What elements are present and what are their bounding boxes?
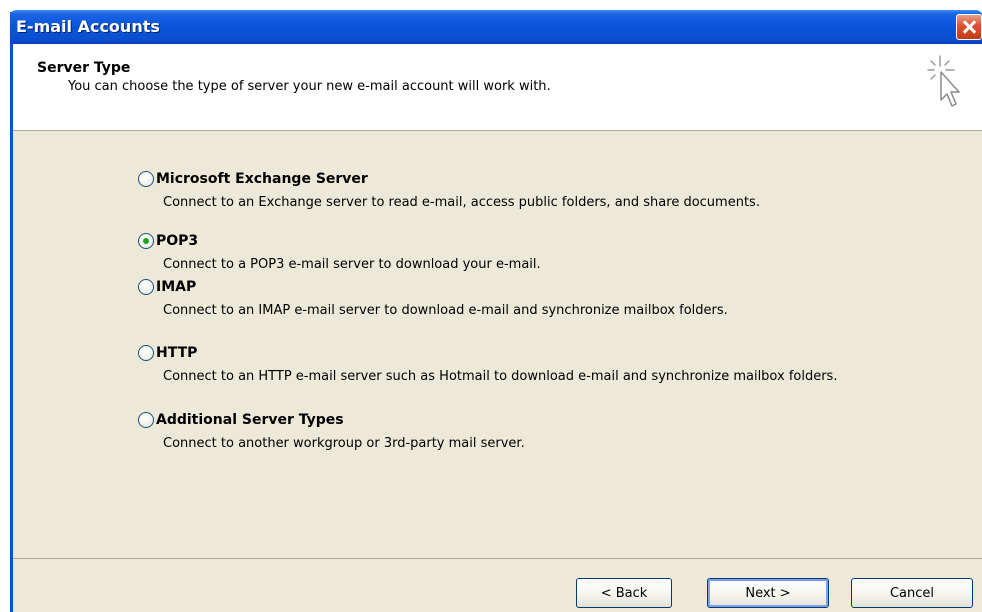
back-button[interactable]: < Back xyxy=(576,578,672,608)
wizard-header: Server Type You can choose the type of s… xyxy=(13,44,982,131)
title-bar[interactable]: E-mail Accounts xyxy=(10,10,982,44)
option-description: Connect to an Exchange server to read e-… xyxy=(163,195,760,210)
option-label[interactable]: Microsoft Exchange Server xyxy=(156,171,368,187)
option-exchange[interactable]: Microsoft Exchange Server Connect to an … xyxy=(138,169,843,211)
page-title: Server Type xyxy=(37,60,131,76)
radio-pop3[interactable] xyxy=(138,233,154,249)
page-subtitle: You can choose the type of server your n… xyxy=(68,79,551,94)
option-additional[interactable]: Additional Server Types Connect to anoth… xyxy=(138,410,843,452)
option-label[interactable]: Additional Server Types xyxy=(156,412,344,428)
footer-divider xyxy=(13,558,982,559)
option-description: Connect to another workgroup or 3rd-part… xyxy=(163,436,525,451)
close-icon[interactable] xyxy=(956,14,982,40)
option-pop3[interactable]: POP3 Connect to a POP3 e-mail server to … xyxy=(138,231,843,273)
cursor-sparkle-icon xyxy=(927,55,960,107)
option-label[interactable]: POP3 xyxy=(156,233,198,249)
radio-exchange[interactable] xyxy=(138,171,154,187)
option-description: Connect to an IMAP e-mail server to down… xyxy=(163,303,728,318)
option-description: Connect to an HTTP e-mail server such as… xyxy=(163,369,838,384)
option-label[interactable]: HTTP xyxy=(156,345,197,361)
option-imap[interactable]: IMAP Connect to an IMAP e-mail server to… xyxy=(138,277,843,319)
email-accounts-dialog: E-mail Accounts Server Type You can choo… xyxy=(10,10,982,612)
next-button[interactable]: Next > xyxy=(707,578,829,608)
server-type-options: Microsoft Exchange Server Connect to an … xyxy=(13,131,982,556)
option-http[interactable]: HTTP Connect to an HTTP e-mail server su… xyxy=(138,343,843,385)
cancel-button[interactable]: Cancel xyxy=(851,578,973,608)
radio-http[interactable] xyxy=(138,345,154,361)
window-title: E-mail Accounts xyxy=(16,17,160,36)
option-description: Connect to a POP3 e-mail server to downl… xyxy=(163,257,541,272)
radio-imap[interactable] xyxy=(138,279,154,295)
option-label[interactable]: IMAP xyxy=(156,279,196,295)
radio-additional[interactable] xyxy=(138,412,154,428)
